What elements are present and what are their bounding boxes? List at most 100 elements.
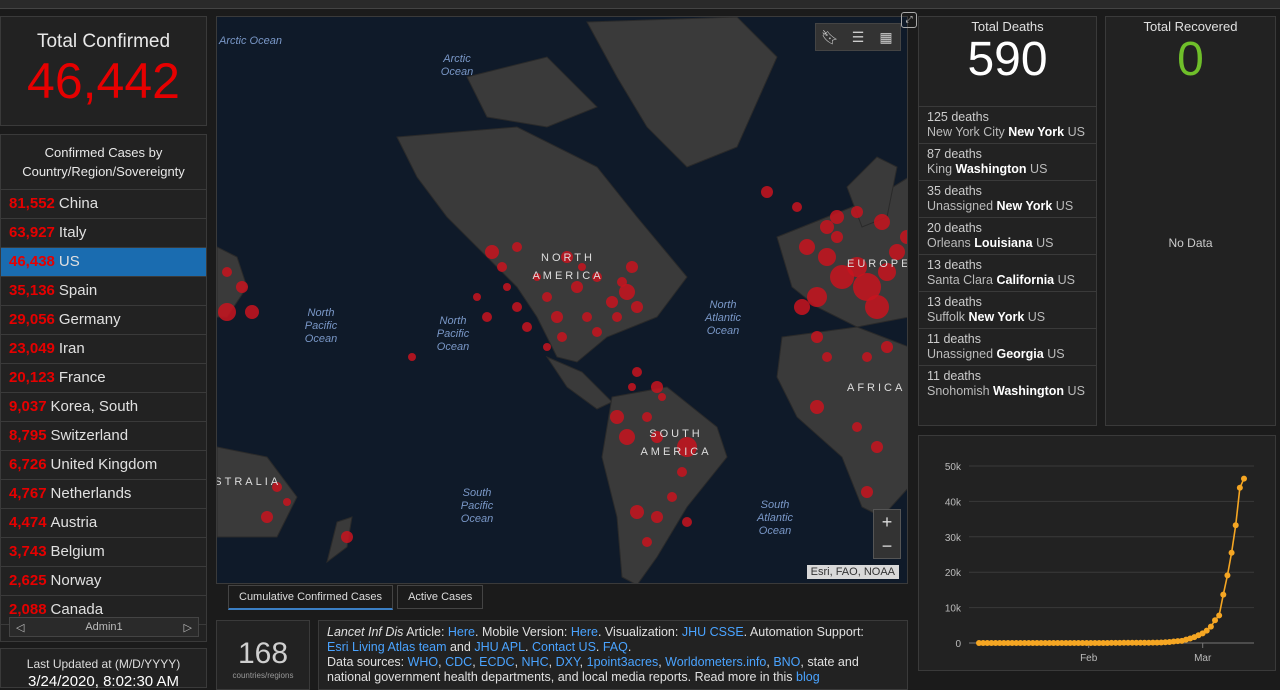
source-link[interactable]: NHC [522,655,549,669]
country-row[interactable]: 35,136 Spain [1,277,206,306]
country-row[interactable]: 46,438 US [1,248,206,277]
source-link[interactable]: DXY [556,655,580,669]
contact-link[interactable]: Contact US [532,640,596,654]
case-marker[interactable] [651,381,663,393]
case-marker[interactable] [592,327,602,337]
country-row[interactable]: 4,767 Netherlands [1,480,206,509]
country-row[interactable]: 23,049 Iran [1,335,206,364]
death-row[interactable]: 13 deaths Suffolk New York US [919,291,1096,328]
case-marker[interactable] [245,305,259,319]
expand-icon[interactable]: ⤢ [901,12,917,28]
case-marker[interactable] [522,322,532,332]
death-row[interactable]: 13 deaths Santa Clara California US [919,254,1096,291]
case-marker[interactable] [482,312,492,322]
case-marker[interactable] [862,352,872,362]
case-marker[interactable] [761,186,773,198]
case-marker[interactable] [871,441,883,453]
faq-link[interactable]: FAQ [603,640,628,654]
death-row[interactable]: 87 deaths King Washington US [919,143,1096,180]
case-marker[interactable] [610,410,624,424]
case-marker[interactable] [658,393,666,401]
case-marker[interactable] [794,299,810,315]
case-marker[interactable] [236,281,248,293]
jhu-csse-link[interactable]: JHU CSSE [682,625,744,639]
case-marker[interactable] [820,220,834,234]
esri-link[interactable]: Esri Living Atlas team [327,640,447,654]
death-row[interactable]: 20 deaths Orleans Louisiana US [919,217,1096,254]
case-marker[interactable] [810,400,824,414]
source-link[interactable]: BNO [773,655,800,669]
case-marker[interactable] [582,312,592,322]
world-map[interactable]: Arctic Ocean Arctic Ocean North Pacific … [216,16,908,584]
death-row[interactable]: 11 deaths Unassigned Georgia US [919,328,1096,365]
case-marker[interactable] [830,210,844,224]
death-row[interactable]: 11 deaths Snohomish Washington US [919,365,1096,402]
source-link[interactable]: 1point3acres [587,655,659,669]
jhu-apl-link[interactable]: JHU APL [474,640,525,654]
source-link[interactable]: Worldometers.info [665,655,766,669]
zoom-in-button[interactable]: + [874,510,900,534]
case-marker[interactable] [497,262,507,272]
country-row[interactable]: 81,552 China [1,190,206,219]
case-marker[interactable] [865,295,889,319]
death-row[interactable]: 125 deaths New York City New York US [919,106,1096,143]
case-marker[interactable] [218,303,236,321]
case-marker[interactable] [818,248,836,266]
country-row[interactable]: 20,123 France [1,364,206,393]
list-icon[interactable]: ☰ [844,24,872,50]
case-marker[interactable] [542,292,552,302]
case-marker[interactable] [667,492,677,502]
source-link[interactable]: ECDC [479,655,514,669]
case-marker[interactable] [557,332,567,342]
case-marker[interactable] [512,242,522,252]
case-marker[interactable] [881,341,893,353]
case-marker[interactable] [792,202,802,212]
source-link[interactable]: CDC [445,655,472,669]
case-marker[interactable] [551,311,563,323]
case-marker[interactable] [851,206,863,218]
case-marker[interactable] [799,239,815,255]
case-marker[interactable] [852,422,862,432]
country-row[interactable]: 8,795 Switzerland [1,422,206,451]
case-marker[interactable] [807,287,827,307]
case-marker[interactable] [811,331,823,343]
case-marker[interactable] [606,296,618,308]
case-marker[interactable] [612,312,622,322]
case-marker[interactable] [626,261,638,273]
country-row[interactable]: 3,743 Belgium [1,538,206,567]
bookmark-icon[interactable]: 🔖︎ [816,24,844,50]
chevron-left-icon[interactable]: ◁ [16,621,24,634]
case-marker[interactable] [682,517,692,527]
case-marker[interactable] [503,283,511,291]
case-marker[interactable] [632,367,642,377]
case-marker[interactable] [874,214,890,230]
case-marker[interactable] [630,505,644,519]
case-marker[interactable] [473,293,481,301]
country-row[interactable]: 6,726 United Kingdom [1,451,206,480]
case-marker[interactable] [512,302,522,312]
case-marker[interactable] [677,467,687,477]
case-marker[interactable] [222,267,232,277]
case-marker[interactable] [861,486,873,498]
country-row[interactable]: 2,625 Norway [1,567,206,596]
case-marker[interactable] [631,301,643,313]
here-link-1[interactable]: Here [448,625,475,639]
chevron-right-icon[interactable]: ▷ [184,621,192,634]
blog-link[interactable]: blog [796,670,820,684]
case-marker[interactable] [822,352,832,362]
case-marker[interactable] [261,511,273,523]
case-marker[interactable] [628,383,636,391]
case-marker[interactable] [831,231,843,243]
country-row[interactable]: 29,056 Germany [1,306,206,335]
here-link-2[interactable]: Here [571,625,598,639]
tab-active-cases[interactable]: Active Cases [397,585,484,609]
country-row[interactable]: 4,474 Austria [1,509,206,538]
country-row[interactable]: 63,927 Italy [1,219,206,248]
tab-cumulative-confirmed[interactable]: Cumulative Confirmed Cases [228,585,394,610]
case-marker[interactable] [485,245,499,259]
case-marker[interactable] [341,531,353,543]
source-link[interactable]: WHO [408,655,439,669]
case-marker[interactable] [408,353,416,361]
case-marker[interactable] [617,277,627,287]
qr-icon[interactable]: ▦ [872,24,900,50]
